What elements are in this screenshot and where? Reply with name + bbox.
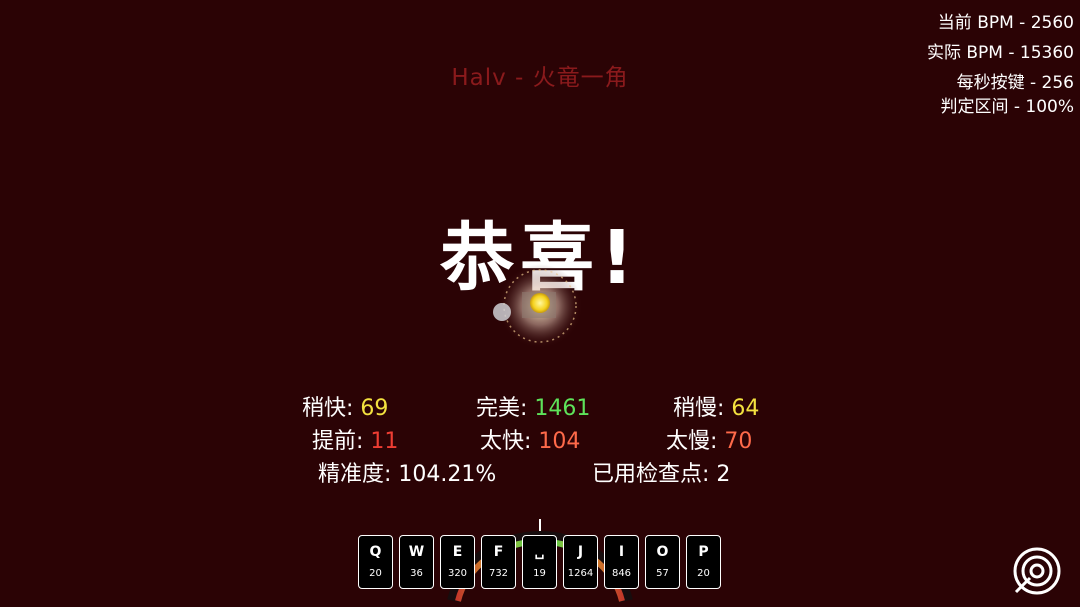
checkpoints-result: 已用检查点: 2 [592,462,731,487]
early-result: 稍快: 69 [302,390,388,422]
key-e: E 320 [440,535,475,589]
key-w: W 36 [399,535,434,589]
early-value: 69 [360,396,389,421]
target-icon[interactable] [1012,546,1062,596]
late-value: 64 [731,396,760,421]
judgement-window: 判定区间 - 100% [940,97,1074,117]
actual-bpm: 实际 BPM - 15360 [926,43,1074,63]
very-late-value: 70 [724,429,753,454]
perfect-value: 1461 [534,396,591,421]
late-label: 稍慢: [673,396,732,421]
target-button[interactable] [1012,546,1062,596]
planet-graphic [493,264,582,348]
key-j: J 1264 [563,535,598,589]
late-result: 稍慢: 64 [673,390,759,422]
song-title: Halv - 火竜一角 [451,65,629,91]
very-early-label: 太快: [480,429,539,454]
accuracy-result: 精准度: 104.21% [318,462,497,487]
game-screen: Halv - 火竜一角 当前 BPM - 2560 实际 BPM - 15360… [0,0,1080,607]
key-space: ␣ 19 [522,535,557,589]
perfect-label: 完美: [476,396,535,421]
very-early-value: 104 [538,429,581,454]
stats-panel: 当前 BPM - 2560 实际 BPM - 15360 每秒按键 - 256 … [927,8,1074,118]
key-p: P 20 [686,535,721,589]
very-late-label: 太慢: [666,429,725,454]
key-f: F 732 [481,535,516,589]
very-late-result: 太慢: 70 [666,423,752,455]
very-early-result: 太快: 104 [480,423,580,455]
current-bpm: 当前 BPM - 2560 [937,13,1074,33]
too-early-label: 提前: [312,429,371,454]
too-early-result: 提前: 11 [312,423,398,455]
early-label: 稍快: [302,396,361,421]
keys-per-second: 每秒按键 - 256 [956,73,1074,93]
key-q: Q 20 [358,535,393,589]
key-i: I 846 [604,535,639,589]
perfect-result: 完美: 1461 [476,390,590,422]
key-o: O 57 [645,535,680,589]
too-early-value: 11 [370,429,399,454]
player-planets [492,262,588,352]
